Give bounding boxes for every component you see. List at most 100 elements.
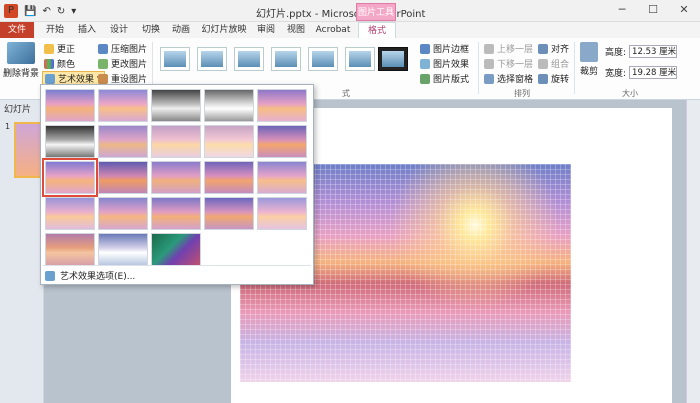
slide-number: 1 xyxy=(5,122,11,131)
tab-home[interactable]: 开始 xyxy=(40,22,70,38)
corrections-button[interactable]: 更正 xyxy=(44,42,75,55)
crop-icon xyxy=(580,42,598,62)
separator xyxy=(43,265,311,266)
redo-icon[interactable]: ↻ xyxy=(57,6,65,17)
height-field-row: 高度: 12.53 厘米 xyxy=(605,45,678,58)
bring-forward-icon xyxy=(484,43,494,54)
artistic-effect-1[interactable] xyxy=(45,89,95,122)
change-picture-button[interactable]: 更改图片 xyxy=(98,57,147,70)
color-button[interactable]: 颜色 xyxy=(44,57,75,70)
maximize-button[interactable]: ☐ xyxy=(643,3,663,16)
customize-qat-icon[interactable]: ▾ xyxy=(71,6,76,17)
picture-layout-label: 图片版式 xyxy=(433,75,470,85)
undo-icon[interactable]: ↶ xyxy=(42,6,50,17)
picture-style-5[interactable] xyxy=(308,47,338,71)
picture-style-1[interactable] xyxy=(160,47,190,71)
artistic-effect-17[interactable] xyxy=(98,197,148,230)
width-input[interactable]: 19.28 厘米 xyxy=(629,66,678,79)
compress-pictures-button[interactable]: 压缩图片 xyxy=(98,42,147,55)
tab-view[interactable]: 视图 xyxy=(282,22,310,38)
tab-file[interactable]: 文件 xyxy=(0,22,34,38)
artistic-effect-22[interactable] xyxy=(98,233,148,266)
crop-label: 裁剪 xyxy=(579,67,598,77)
remove-background-button[interactable]: 删除背景 xyxy=(3,42,40,79)
color-label: 颜色 xyxy=(57,60,76,70)
artistic-effects-options-label: 艺术效果选项(E)... xyxy=(60,272,136,282)
selection-pane-button[interactable]: 选择窗格 xyxy=(484,72,533,85)
color-icon xyxy=(44,58,54,69)
effects-grid xyxy=(42,89,307,266)
compress-label: 压缩图片 xyxy=(111,45,148,55)
tab-slideshow[interactable]: 幻灯片放映 xyxy=(198,22,250,38)
artistic-effect-23[interactable] xyxy=(151,233,201,266)
tab-review[interactable]: 审阅 xyxy=(252,22,280,38)
picture-border-button[interactable]: 图片边框 xyxy=(420,42,469,55)
artistic-effect-3[interactable] xyxy=(151,89,201,122)
options-icon xyxy=(45,270,55,281)
align-label: 对齐 xyxy=(551,45,570,55)
tab-design[interactable]: 设计 xyxy=(104,22,134,38)
tab-transitions[interactable]: 切换 xyxy=(136,22,166,38)
picture-layout-icon xyxy=(420,73,430,84)
artistic-effect-2[interactable] xyxy=(98,89,148,122)
artistic-effect-14[interactable] xyxy=(204,161,254,194)
artistic-effect-18[interactable] xyxy=(151,197,201,230)
artistic-effect-15[interactable] xyxy=(257,161,307,194)
artistic-effect-4[interactable] xyxy=(204,89,254,122)
tab-animations[interactable]: 动画 xyxy=(166,22,196,38)
group-button[interactable]: 组合 xyxy=(538,57,569,70)
artistic-effect-11[interactable] xyxy=(42,158,98,197)
picture-style-3[interactable] xyxy=(234,47,264,71)
artistic-effect-9[interactable] xyxy=(204,125,254,158)
width-label: 宽度: xyxy=(605,69,627,79)
rotate-icon xyxy=(538,73,548,84)
rotate-label: 旋转 xyxy=(551,75,570,85)
artistic-effects-options-item[interactable]: 艺术效果选项(E)... xyxy=(45,269,135,282)
separator xyxy=(478,42,479,94)
picture-effects-button[interactable]: 图片效果 xyxy=(420,57,469,70)
tab-insert[interactable]: 插入 xyxy=(72,22,102,38)
change-picture-icon xyxy=(98,58,108,69)
picture-tools-context-tab: 图片工具 xyxy=(356,3,396,21)
picture-style-2[interactable] xyxy=(197,47,227,71)
corrections-label: 更正 xyxy=(57,45,76,55)
save-icon[interactable]: 💾 xyxy=(24,6,36,17)
send-backward-label: 下移一层 xyxy=(497,60,534,70)
artistic-effect-12[interactable] xyxy=(98,161,148,194)
artistic-effect-6[interactable] xyxy=(45,125,95,158)
artistic-effect-13[interactable] xyxy=(151,161,201,194)
artistic-effect-10[interactable] xyxy=(257,125,307,158)
separator xyxy=(574,42,575,94)
crop-button[interactable]: 裁剪 xyxy=(578,42,600,77)
powerpoint-app-icon[interactable]: P xyxy=(4,4,18,18)
bring-forward-button[interactable]: 上移一层 xyxy=(484,42,533,55)
artistic-effect-8[interactable] xyxy=(151,125,201,158)
window-title: 幻灯片.pptx - Microsoft PowerPoint xyxy=(256,9,426,20)
tab-acrobat[interactable]: Acrobat xyxy=(312,22,354,38)
send-backward-button[interactable]: 下移一层 xyxy=(484,57,533,70)
artistic-effect-16[interactable] xyxy=(45,197,95,230)
picture-style-6[interactable] xyxy=(345,47,375,71)
artistic-effect-7[interactable] xyxy=(98,125,148,158)
picture-style-4[interactable] xyxy=(271,47,301,71)
picture-styles-group-label: 式 xyxy=(342,89,350,98)
slides-tab[interactable]: 幻灯片 xyxy=(4,102,31,115)
quick-access-toolbar: P 💾 ↶ ↻ ▾ xyxy=(4,4,76,18)
artistic-effect-5[interactable] xyxy=(257,89,307,122)
artistic-effect-20[interactable] xyxy=(257,197,307,230)
picture-layout-button[interactable]: 图片版式 xyxy=(420,72,469,85)
height-input[interactable]: 12.53 厘米 xyxy=(629,45,678,58)
artistic-effect-21[interactable] xyxy=(45,233,95,266)
rotate-button[interactable]: 旋转 xyxy=(538,72,569,85)
picture-effects-label: 图片效果 xyxy=(433,60,470,70)
vertical-scrollbar[interactable] xyxy=(686,100,700,403)
width-field-row: 宽度: 19.28 厘米 xyxy=(605,66,678,79)
remove-background-label: 删除背景 xyxy=(3,69,40,79)
tab-format[interactable]: 格式 xyxy=(358,22,396,38)
align-button[interactable]: 对齐 xyxy=(538,42,569,55)
artistic-effect-19[interactable] xyxy=(204,197,254,230)
picture-style-7[interactable] xyxy=(378,47,408,71)
close-button[interactable]: ✕ xyxy=(674,3,694,16)
selection-pane-icon xyxy=(484,73,494,84)
minimize-button[interactable]: ─ xyxy=(612,3,632,16)
